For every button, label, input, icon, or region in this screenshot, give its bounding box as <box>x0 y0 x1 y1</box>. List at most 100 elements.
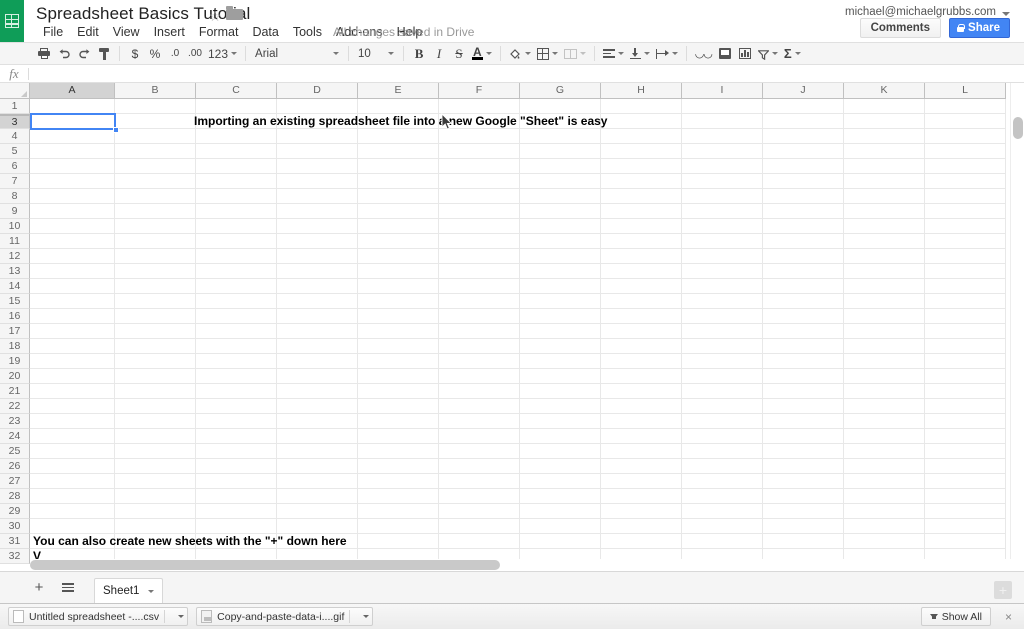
cell-E7[interactable] <box>358 174 439 189</box>
cell-E30[interactable] <box>358 519 439 534</box>
cell-K14[interactable] <box>844 279 925 294</box>
cell-L31[interactable] <box>925 534 1006 549</box>
row-header-31[interactable]: 31 <box>0 534 30 549</box>
cell-K25[interactable] <box>844 444 925 459</box>
row-header-22[interactable]: 22 <box>0 399 30 414</box>
cell-C1[interactable] <box>196 99 277 114</box>
cell-E8[interactable] <box>358 189 439 204</box>
undo-icon[interactable] <box>54 44 74 64</box>
cell-I31[interactable] <box>682 534 763 549</box>
cell-K1[interactable] <box>844 99 925 114</box>
formula-input[interactable] <box>29 66 1024 82</box>
cell-C20[interactable] <box>196 369 277 384</box>
cell-G10[interactable] <box>520 219 601 234</box>
cell-H16[interactable] <box>601 309 682 324</box>
cell-E12[interactable] <box>358 249 439 264</box>
cell-A1[interactable] <box>30 99 115 114</box>
horizontal-scrollbar[interactable] <box>30 559 1010 571</box>
cell-J10[interactable] <box>763 219 844 234</box>
create-filter-button[interactable] <box>755 44 781 64</box>
cell-D30[interactable] <box>277 519 358 534</box>
cell-J25[interactable] <box>763 444 844 459</box>
cell-H30[interactable] <box>601 519 682 534</box>
horizontal-align-button[interactable] <box>600 44 627 64</box>
cell-E18[interactable] <box>358 339 439 354</box>
cell-F13[interactable] <box>439 264 520 279</box>
cell-E11[interactable] <box>358 234 439 249</box>
cell-K4[interactable] <box>844 129 925 144</box>
cell-F17[interactable] <box>439 324 520 339</box>
cell-K19[interactable] <box>844 354 925 369</box>
cell-L9[interactable] <box>925 204 1006 219</box>
cell-A6[interactable] <box>30 159 115 174</box>
cell-I6[interactable] <box>682 159 763 174</box>
cell-I23[interactable] <box>682 414 763 429</box>
menu-item-tools[interactable]: Tools <box>286 23 329 41</box>
cell-I9[interactable] <box>682 204 763 219</box>
cell-I14[interactable] <box>682 279 763 294</box>
cell-F20[interactable] <box>439 369 520 384</box>
cell-H5[interactable] <box>601 144 682 159</box>
cell-D23[interactable] <box>277 414 358 429</box>
cell-K20[interactable] <box>844 369 925 384</box>
cell-D10[interactable] <box>277 219 358 234</box>
cell-F11[interactable] <box>439 234 520 249</box>
menu-item-edit[interactable]: Edit <box>70 23 106 41</box>
cell-F14[interactable] <box>439 279 520 294</box>
cell-G18[interactable] <box>520 339 601 354</box>
cell-L17[interactable] <box>925 324 1006 339</box>
cell-J11[interactable] <box>763 234 844 249</box>
cell-A17[interactable] <box>30 324 115 339</box>
cell-I22[interactable] <box>682 399 763 414</box>
select-all-corner[interactable] <box>0 83 30 99</box>
cell-B3[interactable] <box>115 114 196 129</box>
column-header-h[interactable]: H <box>601 83 682 99</box>
cell-H25[interactable] <box>601 444 682 459</box>
cell-G24[interactable] <box>520 429 601 444</box>
cell-H26[interactable] <box>601 459 682 474</box>
cell-G16[interactable] <box>520 309 601 324</box>
cell-J28[interactable] <box>763 489 844 504</box>
cell-I1[interactable] <box>682 99 763 114</box>
row-header-17[interactable]: 17 <box>0 324 30 339</box>
column-header-c[interactable]: C <box>196 83 277 99</box>
cell-I27[interactable] <box>682 474 763 489</box>
cell-H10[interactable] <box>601 219 682 234</box>
cell-C25[interactable] <box>196 444 277 459</box>
menu-item-file[interactable]: File <box>36 23 70 41</box>
cell-I29[interactable] <box>682 504 763 519</box>
cell-B18[interactable] <box>115 339 196 354</box>
cell-J29[interactable] <box>763 504 844 519</box>
cell-I19[interactable] <box>682 354 763 369</box>
cell-J23[interactable] <box>763 414 844 429</box>
cell-E28[interactable] <box>358 489 439 504</box>
column-header-b[interactable]: B <box>115 83 196 99</box>
cell-L14[interactable] <box>925 279 1006 294</box>
cell-A20[interactable] <box>30 369 115 384</box>
column-header-k[interactable]: K <box>844 83 925 99</box>
currency-format-button[interactable]: $ <box>125 44 145 64</box>
cell-C30[interactable] <box>196 519 277 534</box>
cell-L7[interactable] <box>925 174 1006 189</box>
cell-F6[interactable] <box>439 159 520 174</box>
cell-D13[interactable] <box>277 264 358 279</box>
cell-H24[interactable] <box>601 429 682 444</box>
add-sheet-button[interactable]: + <box>28 577 50 599</box>
cell-F16[interactable] <box>439 309 520 324</box>
cell-A23[interactable] <box>30 414 115 429</box>
cell-C4[interactable] <box>196 129 277 144</box>
cell-F4[interactable] <box>439 129 520 144</box>
cell-D22[interactable] <box>277 399 358 414</box>
cell-H17[interactable] <box>601 324 682 339</box>
cell-E17[interactable] <box>358 324 439 339</box>
cell-B8[interactable] <box>115 189 196 204</box>
cell-D5[interactable] <box>277 144 358 159</box>
cell-A22[interactable] <box>30 399 115 414</box>
cell-I17[interactable] <box>682 324 763 339</box>
cell-L15[interactable] <box>925 294 1006 309</box>
cell-B15[interactable] <box>115 294 196 309</box>
row-header-5[interactable]: 5 <box>0 144 30 159</box>
cell-C24[interactable] <box>196 429 277 444</box>
cell-J8[interactable] <box>763 189 844 204</box>
cell-I24[interactable] <box>682 429 763 444</box>
